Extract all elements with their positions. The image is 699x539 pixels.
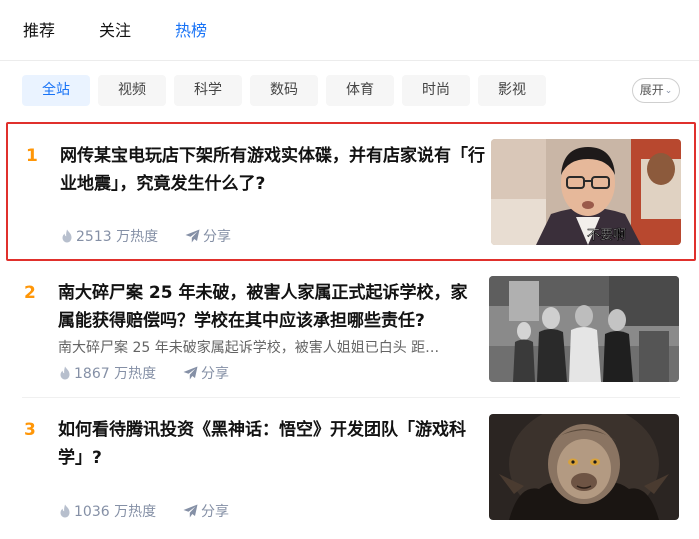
category-chip-fashion[interactable]: 时尚 — [402, 75, 470, 106]
heat-indicator: 2513 万热度 — [61, 226, 158, 248]
category-chip-digital[interactable]: 数码 — [250, 75, 318, 106]
answer-excerpt: 南大碎尸案 25 年未破家属起诉学校，被害人姐姐已白头 距… — [58, 340, 440, 356]
share-button[interactable]: 分享 — [183, 363, 229, 385]
item-thumbnail[interactable] — [489, 276, 679, 382]
share-label: 分享 — [201, 504, 229, 520]
paper-plane-icon — [183, 366, 198, 380]
paper-plane-icon — [185, 229, 200, 243]
chevron-down-icon: ⌄ — [664, 86, 673, 96]
rank-number: 2 — [24, 283, 36, 303]
tab-hot-list[interactable]: 热榜 — [175, 19, 207, 43]
question-title[interactable]: 如何看待腾讯投资《黑神话：悟空》开发团队「游戏科学」? — [58, 416, 483, 472]
news-photo-bw — [489, 276, 679, 382]
hot-list-item[interactable]: 1 网传某宝电玩店下架所有游戏实体碟，并有店家说有「行业地震」，究竟发生什么了?… — [6, 122, 696, 261]
category-chip-science[interactable]: 科学 — [174, 75, 242, 106]
share-label: 分享 — [201, 366, 229, 382]
heat-indicator: 1867 万热度 — [59, 363, 156, 385]
category-chip-sports[interactable]: 体育 — [326, 75, 394, 106]
share-label: 分享 — [203, 229, 231, 245]
news-anchor-photo: 不要啊 — [491, 139, 681, 245]
hot-list-page: 推荐 关注 热榜 全站 视频 科学 数码 体育 时尚 影视 展开⌄ 1 网传某宝… — [0, 0, 699, 539]
wukong-game-art — [489, 414, 679, 520]
heat-value: 1036 万热度 — [74, 504, 157, 520]
flame-icon — [60, 504, 70, 518]
hot-list-item[interactable]: 3 如何看待腾讯投资《黑神话：悟空》开发团队「游戏科学」? 1036 万热度 分… — [6, 400, 696, 536]
tab-recommend[interactable]: 推荐 — [23, 19, 55, 43]
question-title[interactable]: 网传某宝电玩店下架所有游戏实体碟，并有店家说有「行业地震」，究竟发生什么了? — [60, 142, 485, 198]
heat-value: 2513 万热度 — [76, 229, 159, 245]
item-thumbnail[interactable]: 不要啊 — [491, 139, 681, 245]
category-chip-all[interactable]: 全站 — [22, 75, 90, 106]
category-chip-video[interactable]: 视频 — [98, 75, 166, 106]
heat-indicator: 1036 万热度 — [59, 501, 156, 523]
expand-categories-button[interactable]: 展开⌄ — [632, 78, 680, 103]
flame-icon — [60, 366, 70, 380]
item-thumbnail[interactable] — [489, 414, 679, 520]
heat-value: 1867 万热度 — [74, 366, 157, 382]
share-button[interactable]: 分享 — [185, 226, 231, 248]
category-chip-film[interactable]: 影视 — [478, 75, 546, 106]
flame-icon — [62, 229, 72, 243]
expand-label: 展开 — [639, 83, 664, 97]
tab-follow[interactable]: 关注 — [99, 19, 131, 43]
paper-plane-icon — [183, 504, 198, 518]
top-tab-bar: 推荐 关注 热榜 — [0, 0, 699, 61]
rank-number: 3 — [24, 420, 36, 440]
rank-number: 1 — [26, 146, 38, 166]
image-caption: 不要啊 — [587, 228, 626, 243]
hot-list-item[interactable]: 2 南大碎尸案 25 年未破，被害人家属正式起诉学校，家属能获得赔偿吗？学校在其… — [6, 262, 696, 397]
item-divider — [22, 397, 680, 398]
question-title[interactable]: 南大碎尸案 25 年未破，被害人家属正式起诉学校，家属能获得赔偿吗？学校在其中应… — [58, 279, 483, 335]
share-button[interactable]: 分享 — [183, 501, 229, 523]
